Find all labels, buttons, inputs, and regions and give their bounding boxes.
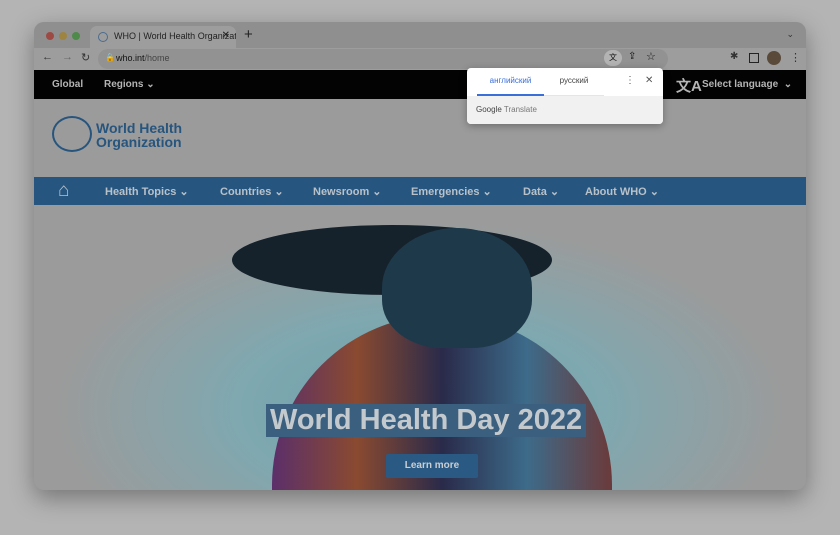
learn-more-button[interactable]: Learn more — [386, 454, 478, 478]
browser-window: WHO | World Health Organization ✕ + ⌄ ← … — [34, 22, 806, 490]
regions-label: Regions — [104, 79, 144, 90]
hero-title: World Health Day 2022 — [266, 404, 587, 437]
popup-footer: Google Translate — [467, 96, 663, 124]
tab-strip: WHO | World Health Organization ✕ + ⌄ — [34, 22, 806, 48]
nav-emergencies[interactable]: Emergencies ⌄ — [411, 185, 492, 198]
url-domain: who.int — [116, 53, 145, 63]
who-top-bar: Global Regions ⌄ 文A Select language ⌄ — [34, 70, 806, 99]
profile-avatar[interactable] — [767, 51, 781, 65]
global-link[interactable]: Global — [52, 79, 83, 90]
regions-dropdown[interactable]: Regions ⌄ — [104, 79, 155, 90]
nav-label: Countries — [220, 186, 272, 198]
side-panel-icon[interactable] — [749, 53, 759, 63]
tab-title: WHO | World Health Organization — [114, 31, 236, 41]
close-popup-icon[interactable]: ✕ — [645, 75, 653, 86]
browser-tab[interactable]: WHO | World Health Organization ✕ — [90, 26, 236, 48]
logo-line2: Organization — [96, 134, 182, 150]
nav-label: Newsroom — [313, 186, 370, 198]
url-path: /home — [144, 53, 170, 63]
translate-label: Translate — [503, 105, 537, 114]
minimize-window-button[interactable] — [59, 32, 67, 40]
who-logo[interactable]: World Health Organization — [96, 121, 182, 149]
nav-newsroom[interactable]: Newsroom ⌄ — [313, 185, 382, 198]
logo-line1: World Health — [96, 120, 183, 136]
select-language-dropdown[interactable]: Select language ⌄ — [702, 79, 792, 90]
who-favicon-icon — [98, 32, 108, 42]
new-tab-button[interactable]: + — [244, 26, 253, 43]
nav-label: About WHO — [585, 186, 647, 198]
nav-label: Health Topics — [105, 186, 177, 198]
back-icon[interactable]: ← — [42, 51, 53, 63]
who-emblem-icon[interactable] — [52, 116, 92, 152]
close-tab-icon[interactable]: ✕ — [222, 30, 230, 41]
reload-icon[interactable]: ↻ — [81, 51, 90, 64]
toolbar: ← → ↻ 🔒 who.int/home 文 ⇪ ☆ ✱ ⋮ — [34, 48, 806, 70]
source-language-tab[interactable]: английский — [477, 76, 544, 96]
lock-icon: 🔒 — [105, 53, 115, 62]
nav-label: Emergencies — [411, 186, 480, 198]
address-bar[interactable]: 🔒 who.int/home 文 ⇪ ☆ — [98, 49, 668, 69]
translate-icon: 文A — [676, 78, 702, 95]
site-header: World Health Organization — [34, 99, 806, 177]
main-nav: ⌂ Health Topics ⌄ Countries ⌄ Newsroom ⌄… — [34, 177, 806, 205]
nav-data[interactable]: Data ⌄ — [523, 185, 559, 198]
hero-banner: World Health Day 2022 Learn more — [52, 220, 788, 490]
maximize-window-button[interactable] — [72, 32, 80, 40]
translate-page-icon[interactable]: 文 — [604, 50, 622, 66]
more-options-icon[interactable]: ⋮ — [625, 75, 635, 86]
nav-label: Data — [523, 186, 547, 198]
close-window-button[interactable] — [46, 32, 54, 40]
bookmark-star-icon[interactable]: ☆ — [646, 50, 656, 63]
forward-icon[interactable]: → — [62, 51, 73, 63]
menu-icon[interactable]: ⋮ — [790, 51, 801, 64]
home-icon[interactable]: ⌂ — [58, 180, 69, 202]
nav-countries[interactable]: Countries ⌄ — [220, 185, 284, 198]
extensions-icon[interactable]: ✱ — [730, 51, 738, 62]
nav-health-topics[interactable]: Health Topics ⌄ — [105, 185, 189, 198]
google-brand: Google — [476, 105, 502, 114]
translate-popup: английский русский ⋮ ✕ Google Translate — [467, 68, 663, 124]
hero-illustration-face — [382, 228, 532, 348]
nav-about-who[interactable]: About WHO ⌄ — [585, 185, 659, 198]
share-icon[interactable]: ⇪ — [628, 51, 636, 62]
select-language-label: Select language — [702, 79, 779, 90]
tab-search-chevron-icon[interactable]: ⌄ — [786, 29, 794, 40]
target-language-tab[interactable]: русский — [544, 76, 604, 96]
